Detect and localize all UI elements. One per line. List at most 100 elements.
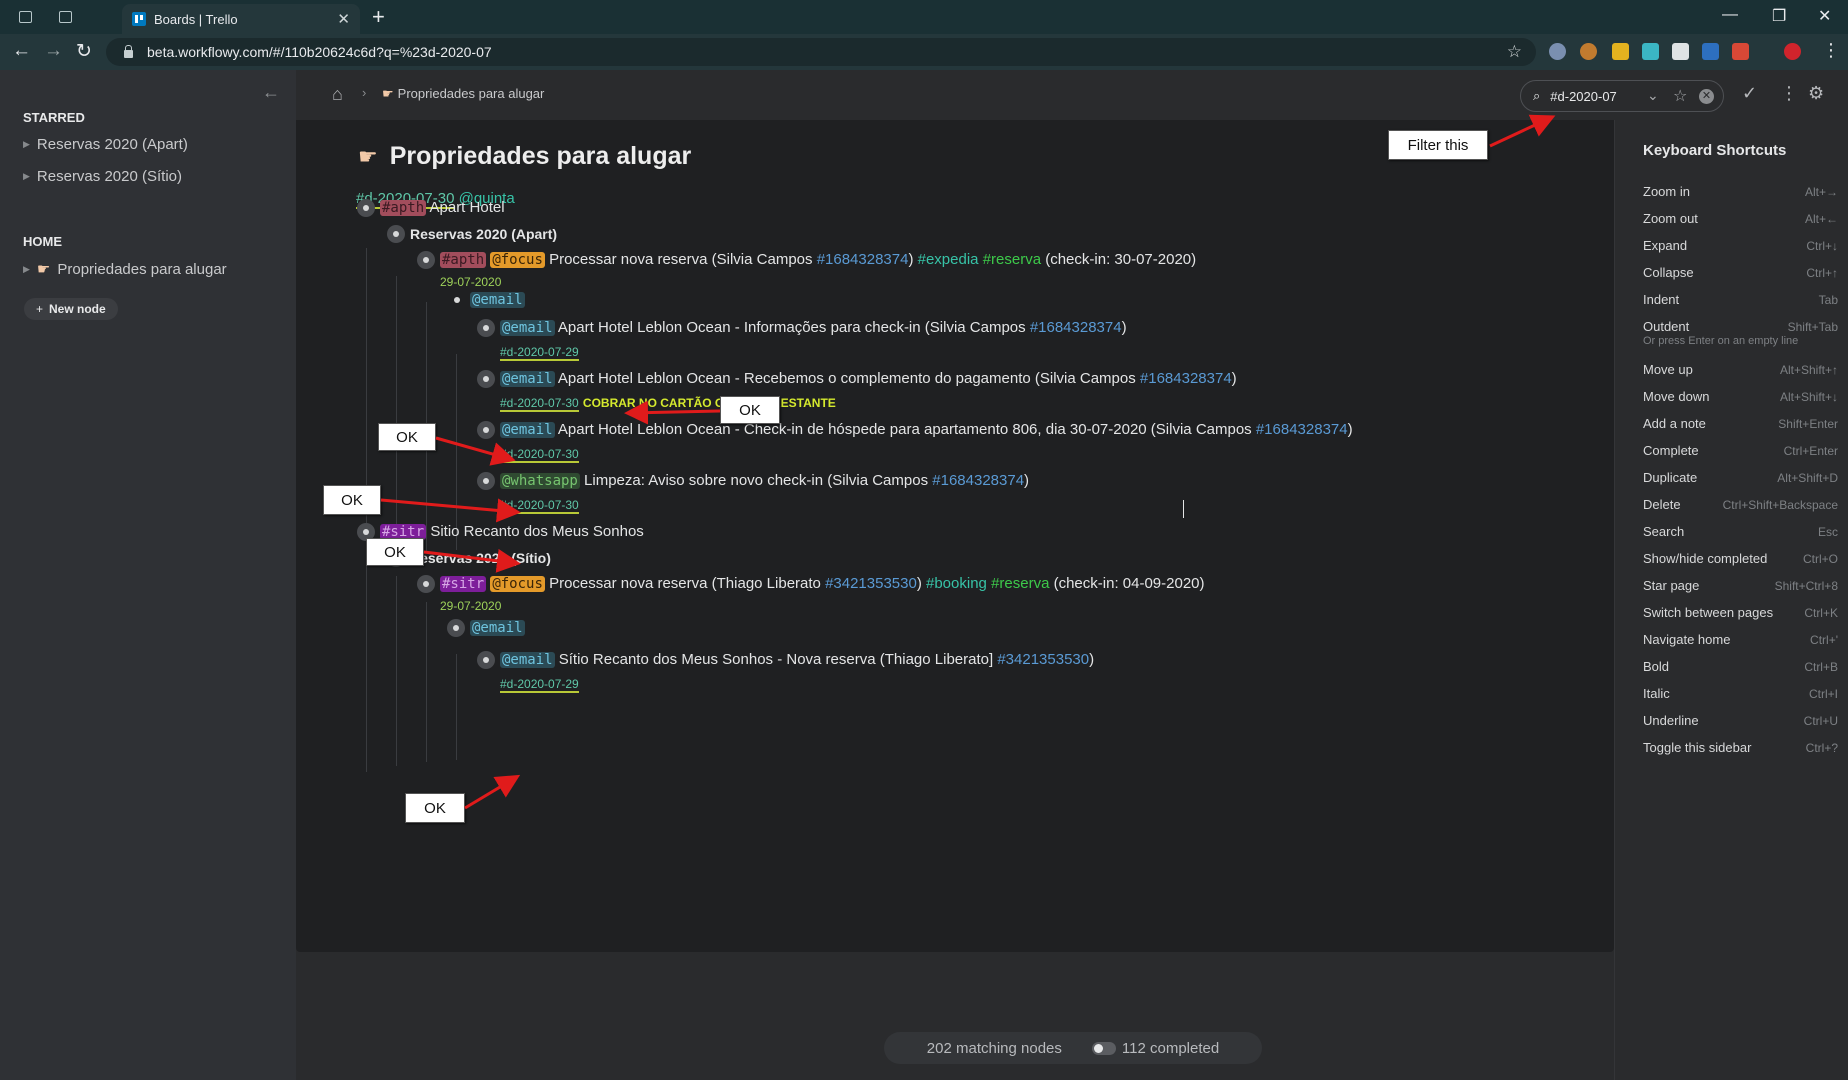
pinned-tab-workflowy[interactable] <box>12 6 38 28</box>
node-apart-hotel[interactable]: #apth Apart Hotel <box>380 198 505 218</box>
node-email-group[interactable]: @email <box>470 618 525 638</box>
node-email-group[interactable]: @email <box>470 290 525 310</box>
node-text: ) <box>1024 472 1030 489</box>
node-bullet[interactable] <box>477 472 495 490</box>
window-close-icon[interactable]: ✕ <box>1818 6 1831 26</box>
node-bullet[interactable] <box>454 297 460 303</box>
extension-save-icon[interactable] <box>1642 43 1659 60</box>
tag-apth[interactable]: #apth <box>380 200 427 216</box>
extension-star-icon[interactable] <box>1612 43 1629 60</box>
node-whatsapp[interactable]: @whatsapp Limpeza: Aviso sobre novo chec… <box>500 471 1029 491</box>
node-email-sitio[interactable]: @email Sítio Recanto dos Meus Sonhos - N… <box>500 650 1094 670</box>
tag-id[interactable]: #1684328374 <box>817 251 909 268</box>
extension-2-icon[interactable] <box>1580 43 1597 60</box>
starred-item-reservas-apart[interactable]: ▶ Reservas 2020 (Apart) <box>23 136 188 153</box>
node-bullet[interactable] <box>477 370 495 388</box>
node-note[interactable]: #d-2020-07-30 COBRAR NO CARTÃO O VALOR R… <box>500 393 836 413</box>
forward-arrow-icon[interactable]: → <box>44 40 63 62</box>
node-task-apart[interactable]: #apth @focus Processar nova reserva (Sil… <box>440 250 1196 270</box>
expand-triangle-icon[interactable]: ▶ <box>23 171 30 182</box>
tag-id[interactable]: #1684328374 <box>1030 319 1122 336</box>
node-bullet[interactable] <box>417 575 435 593</box>
extension-1-icon[interactable] <box>1549 43 1566 60</box>
date-tag[interactable]: #d-2020-07-30 <box>500 396 579 412</box>
bookmark-star-icon[interactable]: ☆ <box>1507 42 1522 62</box>
tag-id[interactable]: #3421353530 <box>997 651 1089 668</box>
node-note[interactable]: #d-2020-07-29 <box>500 342 579 362</box>
node-bullet[interactable] <box>417 251 435 269</box>
collapse-sidebar-icon[interactable]: ← <box>262 82 280 103</box>
pinned-tab-save[interactable] <box>52 6 78 28</box>
tag-booking[interactable]: #booking <box>926 575 987 592</box>
tag-reserva[interactable]: #reserva <box>983 251 1041 268</box>
tag-email[interactable]: @email <box>470 620 525 636</box>
node-note-date[interactable]: 29-07-2020 <box>440 272 501 292</box>
tab-trello[interactable]: Boards | Trello ✕ <box>122 4 360 34</box>
minimize-icon[interactable]: — <box>1722 6 1738 24</box>
extension-calendar-icon[interactable] <box>1732 43 1749 60</box>
page-title[interactable]: ☛ Propriedades para alugar <box>358 142 691 171</box>
more-options-icon[interactable]: ⋮ <box>1780 83 1798 104</box>
extension-s-icon[interactable] <box>1672 43 1689 60</box>
save-search-star-icon[interactable]: ☆ <box>1673 86 1687 106</box>
node-note-date[interactable]: 29-07-2020 <box>440 596 501 616</box>
restore-icon[interactable]: ❐ <box>1772 6 1786 26</box>
node-email-2[interactable]: @email Apart Hotel Leblon Ocean - Recebe… <box>500 369 1237 389</box>
date-tag[interactable]: #d-2020-07-29 <box>500 677 579 693</box>
tag-expedia[interactable]: #expedia <box>918 251 979 268</box>
date-tag[interactable]: #d-2020-07-29 <box>500 345 579 361</box>
tag-email[interactable]: @email <box>500 320 555 336</box>
node-bullet[interactable] <box>477 319 495 337</box>
tag-id[interactable]: #3421353530 <box>825 575 917 592</box>
node-bullet[interactable] <box>447 619 465 637</box>
expand-triangle-icon[interactable]: ▶ <box>23 139 30 150</box>
address-bar[interactable]: beta.workflowy.com/#/110b20624c6d?q=%23d… <box>106 38 1536 66</box>
tag-email[interactable]: @email <box>500 652 555 668</box>
tag-email[interactable]: @email <box>500 371 555 387</box>
date-tag[interactable]: #d-2020-07-30 <box>500 447 579 463</box>
tag-whatsapp[interactable]: @whatsapp <box>500 473 580 489</box>
node-note[interactable]: #d-2020-07-30 <box>500 495 579 515</box>
show-completed-toggle[interactable] <box>1091 1041 1116 1055</box>
node-reservas-apart[interactable]: Reservas 2020 (Apart) <box>410 224 557 244</box>
breadcrumb[interactable]: ☛ Propriedades para alugar <box>382 86 544 102</box>
starred-item-reservas-sitio[interactable]: ▶ Reservas 2020 (Sítio) <box>23 168 182 185</box>
node-bullet[interactable] <box>477 421 495 439</box>
tag-reserva[interactable]: #reserva <box>991 575 1049 592</box>
chevron-down-icon[interactable]: ⌄ <box>1647 87 1659 104</box>
node-task-sitio[interactable]: #sitr @focus Processar nova reserva (Thi… <box>440 574 1205 594</box>
new-tab-button[interactable]: + <box>372 4 385 30</box>
node-bullet[interactable] <box>357 199 375 217</box>
clear-search-icon[interactable]: ✕ <box>1699 89 1714 104</box>
node-note[interactable]: #d-2020-07-30 <box>500 444 579 464</box>
node-email-3[interactable]: @email Apart Hotel Leblon Ocean - Check-… <box>500 420 1353 440</box>
tag-focus[interactable]: @focus <box>490 252 545 268</box>
tag-id[interactable]: #1684328374 <box>1140 370 1232 387</box>
tag-apth[interactable]: #apth <box>440 252 487 268</box>
reload-icon[interactable]: ↻ <box>76 40 92 63</box>
tab-close-icon[interactable]: ✕ <box>337 10 350 28</box>
new-node-button[interactable]: + New node <box>24 298 118 320</box>
show-completed-check-icon[interactable]: ✓ <box>1742 83 1757 104</box>
home-item-propriedades[interactable]: ▶ ☛ Propriedades para alugar <box>23 260 227 279</box>
node-note[interactable]: #d-2020-07-29 <box>500 674 579 694</box>
tag-id[interactable]: #1684328374 <box>1256 421 1348 438</box>
node-bullet[interactable] <box>387 225 405 243</box>
back-arrow-icon[interactable]: ← <box>12 40 31 62</box>
search-input[interactable]: ⌕ #d-2020-07 ⌄ ☆ ✕ <box>1520 80 1724 112</box>
node-email-1[interactable]: @email Apart Hotel Leblon Ocean - Inform… <box>500 318 1127 338</box>
extension-timer-icon[interactable] <box>1702 43 1719 60</box>
home-icon[interactable]: ⌂ <box>332 84 343 105</box>
expand-triangle-icon[interactable]: ▶ <box>23 264 30 275</box>
date-tag[interactable]: #d-2020-07-30 <box>500 498 579 514</box>
node-bullet[interactable] <box>477 651 495 669</box>
settings-gear-icon[interactable]: ⚙ <box>1808 83 1824 104</box>
browser-menu-icon[interactable]: ⋮ <box>1822 40 1840 61</box>
tag-email[interactable]: @email <box>470 292 525 308</box>
tag-focus[interactable]: @focus <box>490 576 545 592</box>
tag-id[interactable]: #1684328374 <box>932 472 1024 489</box>
node-reservas-sitio[interactable]: Reservas 2020 (Sítio) <box>410 548 551 568</box>
profile-avatar-icon[interactable] <box>1784 43 1801 60</box>
tag-sitr[interactable]: #sitr <box>440 576 487 592</box>
tag-email[interactable]: @email <box>500 422 555 438</box>
